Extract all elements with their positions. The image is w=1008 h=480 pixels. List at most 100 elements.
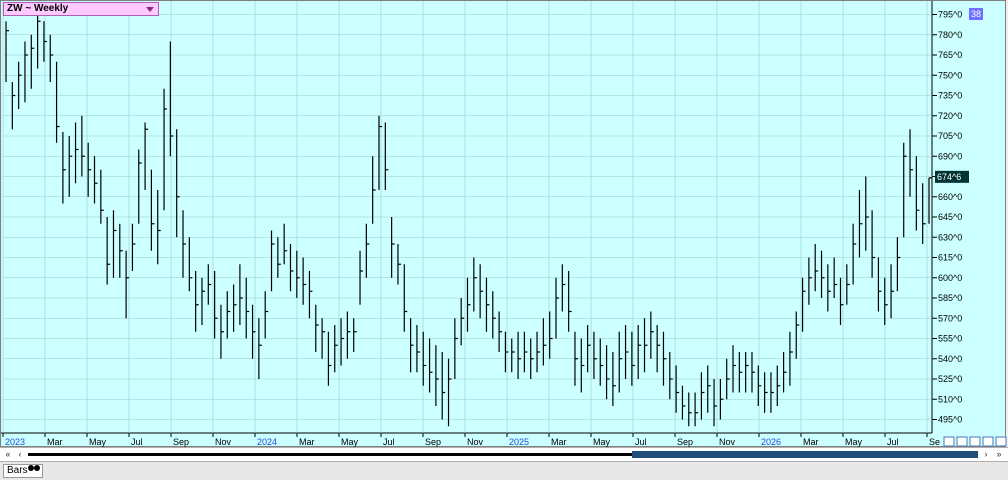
- x-tick-label: May: [845, 437, 863, 447]
- ohlc-bar: [125, 250, 130, 319]
- ohlc-bar: [18, 61, 22, 109]
- ohlc-bar: [112, 210, 117, 278]
- scroll-thumb[interactable]: [632, 451, 978, 458]
- ohlc-bar: [49, 34, 54, 82]
- ohlc-bar: [308, 271, 313, 319]
- ohlc-bar: [669, 352, 673, 400]
- ohlc-bar: [555, 277, 560, 339]
- y-tick-label: 495^0: [938, 415, 962, 425]
- ohlc-bar: [43, 21, 47, 62]
- ohlc-bar: [87, 142, 92, 197]
- ohlc-bar: [68, 136, 73, 197]
- ohlc-bar: [37, 7, 41, 69]
- bars-tab-label: Bars: [7, 465, 28, 476]
- ohlc-bar: [93, 156, 98, 204]
- ohlc-bar: [428, 338, 433, 393]
- ohlc-bar: [587, 325, 591, 373]
- ohlc-bar: [517, 331, 522, 379]
- scroll-far-right-icon[interactable]: »: [993, 449, 1005, 460]
- ohlc-bar: [599, 338, 604, 386]
- ohlc-bar: [574, 331, 578, 386]
- dropdown-arrow-icon[interactable]: [146, 7, 154, 12]
- x-tick-label: 2025: [509, 437, 529, 447]
- ohlc-bar: [890, 264, 895, 319]
- tab-dot-icon: [34, 465, 40, 471]
- chart-frame: 795^0 780^0 765^0 750^0 735^0 720^0 705^0 690^0…: [0, 0, 1007, 447]
- ohlc-bar: [732, 345, 737, 393]
- ohlc-bar: [757, 365, 762, 406]
- price-chart: 795^0 780^0 765^0 750^0 735^0 720^0 705^0 690^0…: [1, 1, 1007, 447]
- ohlc-bar: [814, 244, 819, 292]
- ohlc-bar: [782, 352, 787, 393]
- ohlc-bar: [315, 304, 319, 352]
- ohlc-bar: [884, 277, 888, 325]
- y-tick-label: 615^0: [938, 253, 962, 263]
- y-tick-label: 690^0: [938, 151, 962, 161]
- time-scrollbar[interactable]: « ‹ › »: [0, 447, 1008, 461]
- x-tick-label: Nov: [215, 437, 232, 447]
- ohlc-bar: [827, 264, 831, 312]
- ohlc-bar: [62, 131, 66, 204]
- ohlc-bar: [264, 291, 269, 339]
- ohlc-bar: [726, 358, 730, 400]
- y-tick-label: 645^0: [938, 212, 962, 222]
- chart-mini-icon: [982, 436, 994, 447]
- ohlc-bar: [549, 311, 553, 359]
- ohlc-bar: [719, 379, 724, 420]
- last-price-label: 674^6: [937, 172, 961, 182]
- ohlc-bar: [5, 21, 9, 82]
- x-tick-label: 2024: [257, 437, 277, 447]
- ohlc-bar: [447, 358, 452, 427]
- ohlc-bar: [283, 223, 288, 265]
- ohlc-bar: [138, 149, 142, 224]
- ohlc-bar: [624, 325, 629, 379]
- ohlc-bar: [738, 352, 743, 393]
- symbol-selector[interactable]: ZW ~ Weekly: [3, 2, 159, 16]
- y-tick-label: 780^0: [938, 30, 962, 40]
- ohlc-bar: [858, 190, 863, 258]
- scroll-right-icon[interactable]: ›: [980, 449, 992, 460]
- y-tick-label: 510^0: [938, 394, 962, 404]
- y-tick-label: 600^0: [938, 273, 962, 283]
- ohlc-bar: [903, 142, 907, 238]
- x-tick-label: Mar: [803, 437, 819, 447]
- y-tick-label: 750^0: [938, 70, 962, 80]
- ohlc-bar: [473, 257, 477, 312]
- scroll-far-left-icon[interactable]: «: [2, 449, 14, 460]
- ohlc-bar: [435, 345, 439, 406]
- x-tick-label: Sep: [173, 437, 189, 447]
- ohlc-bar: [195, 271, 199, 332]
- ohlc-bar: [801, 277, 806, 332]
- y-tick-label: 705^0: [938, 131, 962, 141]
- x-tick-label: Sep: [677, 437, 693, 447]
- ohlc-bar: [492, 291, 496, 339]
- y-tick-label: 585^0: [938, 293, 962, 303]
- x-tick-label: Mar: [299, 437, 315, 447]
- ohlc-bar: [150, 169, 155, 251]
- ohlc-bar: [498, 311, 503, 352]
- ohlc-bar: [176, 129, 180, 238]
- ohlc-bar: [656, 325, 661, 373]
- ohlc-bar: [378, 115, 382, 190]
- ohlc-bar: [131, 223, 136, 271]
- ohlc-bar: [675, 365, 680, 413]
- scroll-left-icon[interactable]: ‹: [14, 449, 26, 460]
- x-tick-label: Nov: [719, 437, 736, 447]
- ohlc-bar: [302, 257, 307, 305]
- y-tick-label: 720^0: [938, 111, 962, 121]
- ohlc-bar: [245, 277, 250, 339]
- y-tick-label: 630^0: [938, 232, 962, 242]
- ohlc-bar: [214, 271, 218, 339]
- ohlc-bar: [391, 217, 395, 278]
- bottom-bar: Bars: [0, 461, 1008, 480]
- ohlc-bar: [865, 176, 869, 251]
- ohlc-bar: [605, 345, 610, 400]
- ohlc-bar: [163, 88, 168, 211]
- symbol-title: ZW ~ Weekly: [7, 3, 69, 14]
- ohlc-bar: [397, 244, 401, 285]
- ohlc-bar: [580, 338, 585, 393]
- ohlc-bar: [479, 264, 484, 319]
- corner-badge[interactable]: 38: [969, 8, 983, 20]
- x-tick-label: May: [89, 437, 107, 447]
- x-tick-label: Se: [929, 437, 940, 447]
